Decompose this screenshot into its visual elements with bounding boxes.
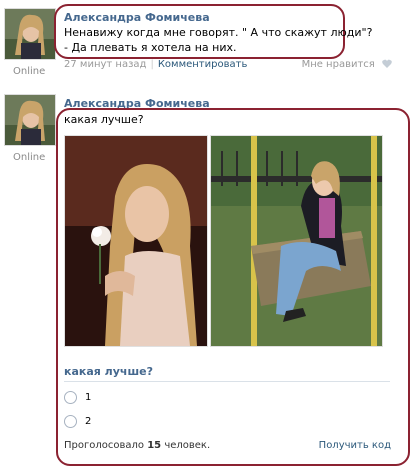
author-name[interactable]: Александра Фомичева bbox=[64, 11, 210, 24]
post-1: Online Александра Фомичева Ненавижу когд… bbox=[0, 0, 412, 90]
poll-option-1[interactable]: 1 bbox=[64, 391, 91, 404]
post-text: какая лучше? bbox=[64, 113, 144, 126]
photo-1[interactable] bbox=[64, 135, 208, 347]
post-2: Online Александра Фомичева какая лучше? bbox=[0, 90, 412, 472]
votes-count: Проголосовало 15 человек. bbox=[64, 440, 211, 451]
photo-2[interactable] bbox=[210, 135, 383, 347]
poll-divider bbox=[64, 381, 390, 382]
avatar[interactable] bbox=[4, 94, 56, 146]
radio-button[interactable] bbox=[64, 391, 77, 404]
radio-button[interactable] bbox=[64, 415, 77, 428]
heart-icon bbox=[382, 59, 392, 68]
like-label: Мне нравится bbox=[301, 59, 375, 70]
online-status: Online bbox=[13, 152, 46, 163]
post-time[interactable]: 27 минут назад bbox=[64, 59, 146, 70]
comment-link[interactable]: Комментировать bbox=[158, 59, 248, 70]
post-text-line-1: Ненавижу когда мне говорят. " А что скаж… bbox=[64, 26, 373, 39]
get-code-link[interactable]: Получить код bbox=[319, 440, 391, 451]
post-text-line-2: - Да плевать я хотела на них. bbox=[64, 41, 237, 54]
like-button[interactable]: Мне нравится bbox=[302, 59, 392, 70]
online-status: Online bbox=[13, 66, 46, 77]
post-meta: 27 минут назад | Комментировать bbox=[64, 59, 248, 70]
poll-option-label: 2 bbox=[85, 416, 92, 427]
avatar[interactable] bbox=[4, 8, 56, 60]
poll-option-2[interactable]: 2 bbox=[64, 415, 91, 428]
poll-title: какая лучше? bbox=[64, 365, 153, 378]
poll-option-label: 1 bbox=[85, 392, 92, 403]
